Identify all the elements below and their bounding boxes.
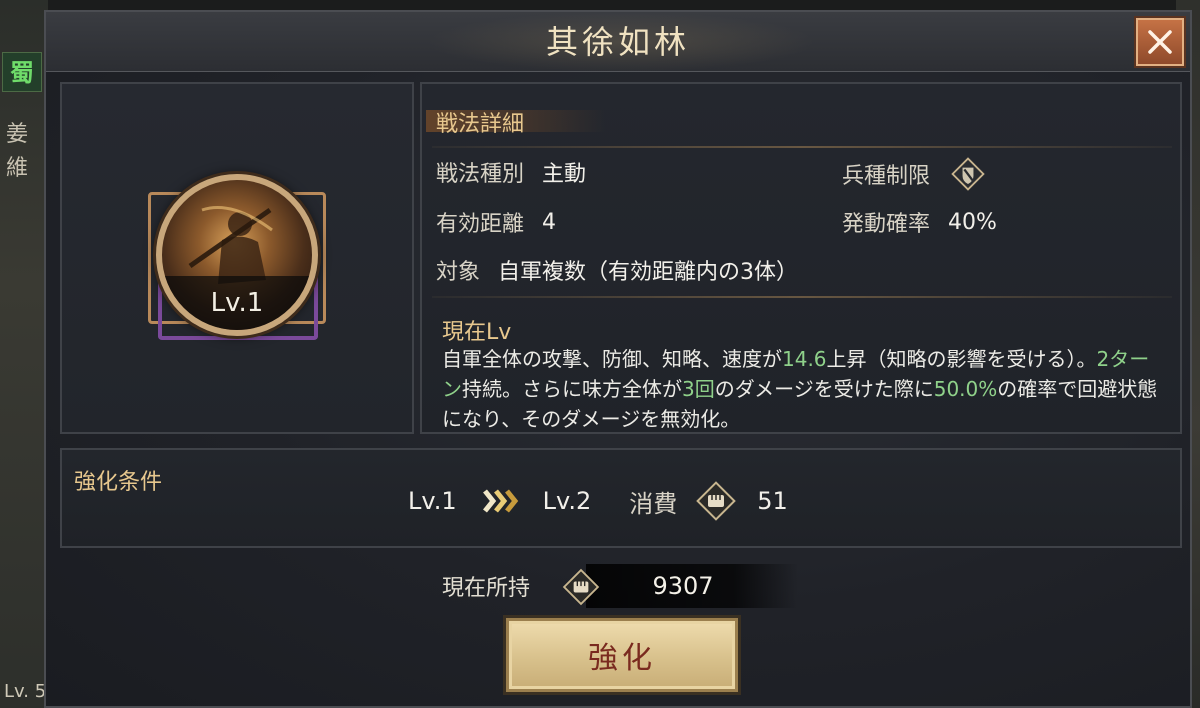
- skill-type-row: 戦法種別 主動: [436, 156, 586, 188]
- current-level-title: 現在Lv: [442, 320, 512, 345]
- troop-limit-label: 兵種制限: [842, 164, 931, 189]
- side-name-char-1: 姜: [6, 122, 29, 147]
- cost-label: 消費: [629, 489, 678, 518]
- enhance-conditions-title: 強化条件: [74, 470, 163, 495]
- range-row: 有効距離 4: [436, 206, 556, 238]
- from-level: Lv.1: [408, 487, 457, 515]
- range-value: 4: [542, 209, 557, 235]
- details-section-title: 戦法詳細: [436, 112, 525, 137]
- enhance-button[interactable]: 強化: [506, 618, 738, 692]
- skill-type-value: 主動: [542, 162, 587, 187]
- cost-value: 51: [757, 487, 788, 515]
- dialog-title: 其徐如林: [545, 23, 690, 61]
- fist-scroll-icon: [558, 564, 604, 614]
- owned-label: 現在所持: [442, 576, 531, 601]
- skill-type-label: 戦法種別: [436, 162, 525, 187]
- to-level: Lv.2: [542, 487, 592, 515]
- chance-row: 発動確率 40%: [842, 206, 997, 238]
- target-value: 自軍複数（有効距離内の3体）: [498, 260, 799, 285]
- divider: [432, 146, 1172, 148]
- dialog-title-bar: 其徐如林: [46, 12, 1190, 72]
- close-icon: [1148, 30, 1172, 54]
- description-text: 持続。さらに味方全体が: [462, 377, 682, 401]
- description-highlight: 3回: [682, 377, 715, 401]
- skill-icon-wrapper: Lv.1: [142, 174, 332, 354]
- skill-description: 自軍全体の攻撃、防御、知略、速度が14.6上昇（知略の影響を受ける）。2ターン持…: [442, 344, 1162, 434]
- side-name-char-2: 維: [6, 156, 29, 181]
- enhance-conditions-row: Lv.1 Lv.2 消費 51: [408, 480, 788, 522]
- warrior-skill-icon: Lv.1: [156, 174, 318, 336]
- range-label: 有効距離: [436, 212, 525, 237]
- background-left-panel: 蜀 姜 維 Lv. 5: [0, 0, 48, 708]
- troop-limit-row: 兵種制限: [842, 154, 988, 194]
- background-level-label: Lv. 5: [4, 681, 47, 702]
- faction-badge: 蜀: [2, 52, 42, 92]
- skill-level-badge: Lv.1: [210, 288, 264, 318]
- skill-icon-panel: Lv.1: [60, 82, 414, 434]
- owned-value: 9307: [652, 572, 714, 600]
- skill-detail-dialog: 其徐如林 Lv.1 戦法詳細 戦法種別 主動 兵種制限 有効距離 4 発動確率 …: [44, 10, 1192, 708]
- shield-diamond-icon[interactable]: [948, 154, 988, 194]
- chance-value: 40%: [948, 209, 997, 235]
- fist-scroll-icon: [696, 481, 737, 521]
- enhance-conditions-panel: 強化条件 Lv.1 Lv.2 消費 51: [60, 448, 1182, 548]
- target-row: 対象 自軍複数（有効距離内の3体）: [436, 254, 798, 286]
- description-text: のダメージを受けた際に: [714, 377, 934, 401]
- description-highlight: 50.0%: [933, 377, 998, 401]
- description-highlight: 14.6: [782, 347, 827, 371]
- skill-info-panel: 戦法詳細 戦法種別 主動 兵種制限 有効距離 4 発動確率 40% 対象 自軍複…: [420, 82, 1182, 434]
- triple-chevron-right-icon: [482, 489, 518, 513]
- divider: [432, 296, 1172, 298]
- description-text: 上昇（知略の影響を受ける）。: [826, 347, 1097, 371]
- close-button[interactable]: [1136, 18, 1184, 66]
- enhance-button-label: 強化: [588, 641, 656, 676]
- chance-label: 発動確率: [842, 212, 931, 237]
- description-text: 自軍全体の攻撃、防御、知略、速度が: [442, 347, 782, 371]
- target-label: 対象: [436, 260, 481, 285]
